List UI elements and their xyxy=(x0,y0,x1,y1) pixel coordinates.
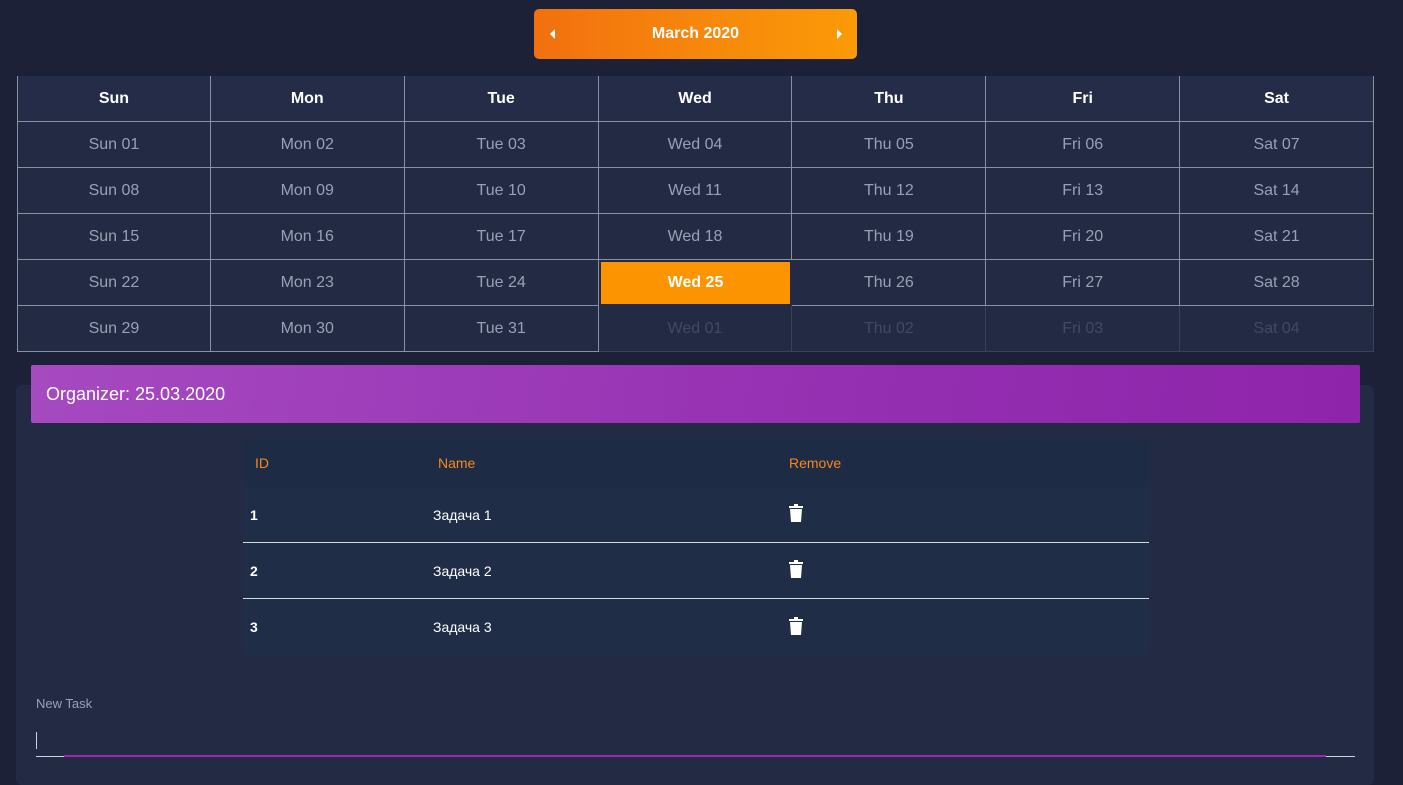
calendar-day[interactable]: Sat 04 xyxy=(1180,306,1374,352)
caret-right-icon xyxy=(836,29,842,39)
calendar-day[interactable]: Fri 06 xyxy=(986,122,1181,168)
text-caret xyxy=(36,732,37,749)
caret-left-icon xyxy=(549,29,555,39)
new-task-input[interactable] xyxy=(36,725,1355,757)
calendar-day[interactable]: Sat 28 xyxy=(1180,260,1374,306)
task-name: Задача 1 xyxy=(433,506,492,523)
trash-icon[interactable] xyxy=(789,504,803,522)
organizer-title: Organizer: 25.03.2020 xyxy=(31,365,1360,423)
calendar-day[interactable]: Wed 04 xyxy=(598,122,793,168)
calendar-day[interactable]: Wed 01 xyxy=(598,306,793,352)
table-row: 3 Задача 3 xyxy=(243,599,1149,655)
calendar-day[interactable]: Sat 07 xyxy=(1180,122,1374,168)
month-navigator: March 2020 xyxy=(534,9,857,59)
calendar-day[interactable]: Tue 24 xyxy=(404,260,599,306)
column-header-id: ID xyxy=(255,455,269,471)
task-remove-cell xyxy=(789,560,1149,581)
table-row: 1 Задача 1 xyxy=(243,487,1149,543)
calendar-day[interactable]: Thu 26 xyxy=(792,260,987,306)
calendar-day[interactable]: Mon 23 xyxy=(210,260,405,306)
calendar-day[interactable]: Tue 03 xyxy=(404,122,599,168)
calendar-day[interactable]: Sun 15 xyxy=(17,214,211,260)
next-month-button[interactable] xyxy=(824,9,854,59)
column-header-remove: Remove xyxy=(789,455,842,471)
calendar-day[interactable]: Sun 29 xyxy=(17,306,211,352)
calendar-grid: Sun Mon Tue Wed Thu Fri Sat Sun 01 Mon 02 Tue 03 W… xyxy=(17,76,1374,352)
calendar-day[interactable]: Tue 10 xyxy=(404,168,599,214)
calendar-day[interactable]: Sun 22 xyxy=(17,260,211,306)
task-id: 3 xyxy=(250,619,258,635)
calendar-day[interactable]: Wed 11 xyxy=(598,168,793,214)
weekday-header-thu: Thu xyxy=(792,76,987,122)
new-task-label: New Task xyxy=(36,696,93,711)
task-name: Задача 3 xyxy=(433,619,492,635)
task-id: 1 xyxy=(250,506,258,523)
calendar-day[interactable]: Sun 08 xyxy=(17,168,211,214)
weekday-header-mon: Mon xyxy=(210,76,405,122)
new-task-focus-underline xyxy=(64,755,1326,757)
task-rows: 1 Задача 1 2 Задача 2 3 Задача 3 xyxy=(243,487,1149,655)
column-header-name: Name xyxy=(438,455,476,471)
task-table: ID Name Remove 1 Задача 1 2 Задача 2 3 Задача… xyxy=(243,439,1149,655)
task-remove-cell xyxy=(789,616,1149,638)
weekday-header-wed: Wed xyxy=(598,76,793,122)
table-row: 2 Задача 2 xyxy=(243,543,1149,599)
calendar-day[interactable]: Thu 12 xyxy=(792,168,987,214)
calendar-day[interactable]: Thu 02 xyxy=(792,306,987,352)
month-label: March 2020 xyxy=(651,25,740,42)
calendar-day[interactable]: Fri 03 xyxy=(986,306,1181,352)
weekday-header-sun: Sun xyxy=(17,76,211,122)
trash-icon[interactable] xyxy=(789,560,803,578)
weekday-header-sat: Sat xyxy=(1180,76,1374,122)
calendar-day[interactable]: Sat 21 xyxy=(1180,214,1374,260)
task-table-header: ID Name Remove xyxy=(243,439,1149,487)
calendar-day[interactable]: Mon 30 xyxy=(210,306,405,352)
calendar-day[interactable]: Fri 13 xyxy=(986,168,1181,214)
calendar-day[interactable]: Thu 19 xyxy=(792,214,987,260)
task-id: 2 xyxy=(250,562,258,579)
weekday-header-fri: Fri xyxy=(986,76,1181,122)
calendar-day-selected[interactable]: Wed 25 xyxy=(598,260,793,306)
calendar-day[interactable]: Fri 27 xyxy=(986,260,1181,306)
calendar-day[interactable]: Tue 31 xyxy=(404,306,599,352)
calendar-day[interactable]: Sat 14 xyxy=(1180,168,1374,214)
calendar-day[interactable]: Mon 09 xyxy=(210,168,405,214)
calendar-day[interactable]: Fri 20 xyxy=(986,214,1181,260)
task-remove-cell xyxy=(789,504,1149,525)
trash-icon[interactable] xyxy=(789,616,803,635)
calendar-day[interactable]: Tue 17 xyxy=(404,214,599,260)
calendar-day[interactable]: Wed 18 xyxy=(598,214,793,260)
weekday-header-tue: Tue xyxy=(404,76,599,122)
calendar-day[interactable]: Mon 16 xyxy=(210,214,405,260)
calendar-day[interactable]: Sun 01 xyxy=(17,122,211,168)
calendar-day[interactable]: Mon 02 xyxy=(210,122,405,168)
task-name: Задача 2 xyxy=(433,562,492,579)
calendar-day[interactable]: Thu 05 xyxy=(792,122,987,168)
prev-month-button[interactable] xyxy=(537,9,567,59)
